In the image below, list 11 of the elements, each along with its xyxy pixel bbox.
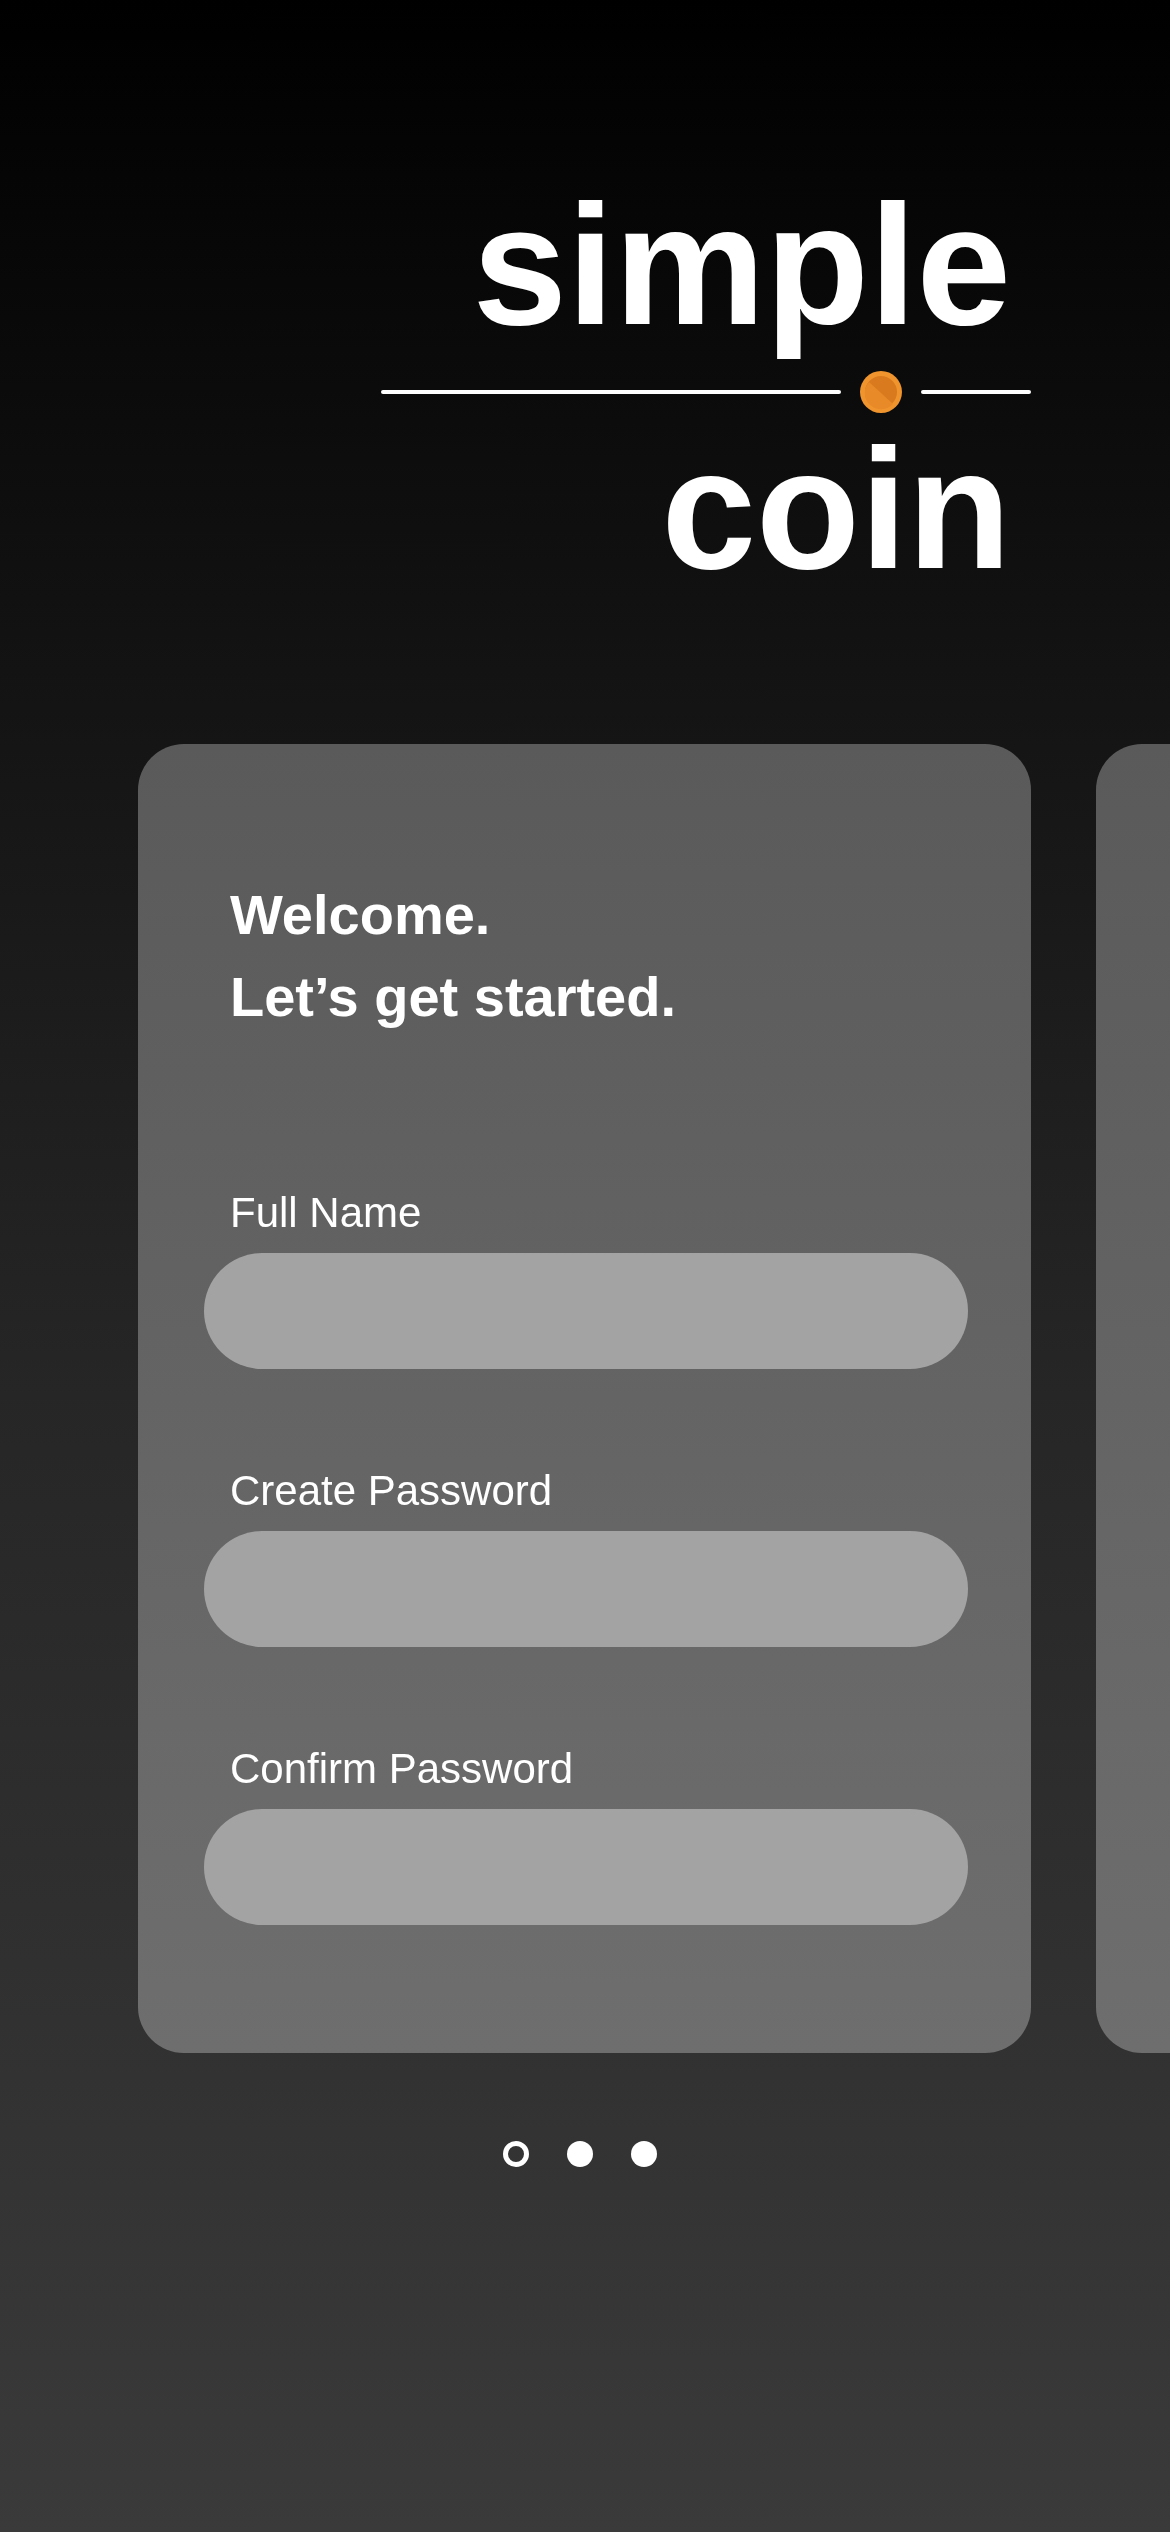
field-label: Create Password bbox=[229, 1466, 554, 1516]
page-dot[interactable] bbox=[631, 2141, 657, 2167]
card-title: Let’s get started. bbox=[230, 964, 678, 1030]
coin-icon bbox=[859, 370, 903, 414]
field-label: Full Name bbox=[229, 1188, 423, 1238]
field-label: Confirm Password bbox=[229, 1744, 575, 1794]
card-title: Welcome. bbox=[230, 882, 492, 948]
page-dot[interactable] bbox=[567, 2141, 593, 2167]
logo-word: coin bbox=[661, 424, 1011, 594]
logo-word: simple bbox=[472, 180, 1011, 362]
page-dot[interactable] bbox=[503, 2141, 529, 2167]
